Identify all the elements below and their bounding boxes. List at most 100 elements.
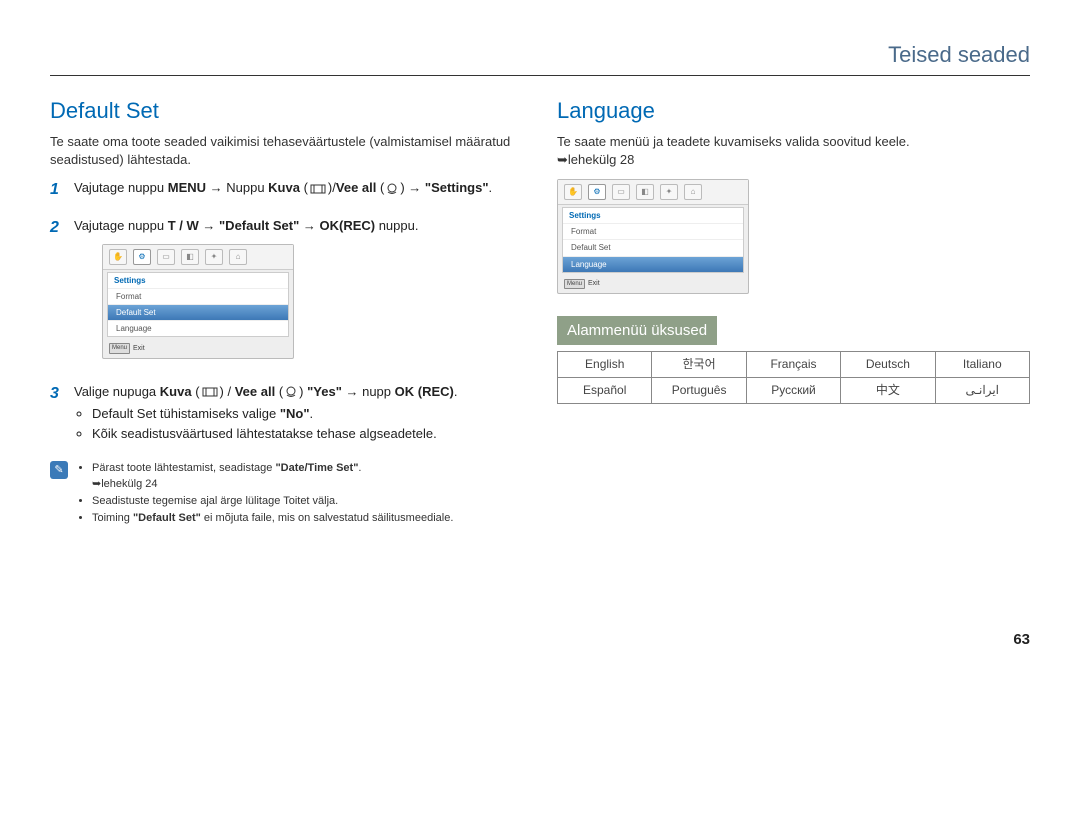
- text: .: [310, 406, 314, 421]
- underwater-icon: [384, 183, 400, 195]
- info-item: Toiming "Default Set" ei mõjuta faile, m…: [92, 511, 453, 526]
- table-row: Español Português Русский 中文 ﺍﻳﺮﺍﻧـﯽ: [558, 377, 1030, 403]
- scr-exit: Menu Exit: [558, 275, 748, 293]
- scr-title: Settings: [108, 273, 288, 288]
- tab-icon: ✋: [564, 184, 582, 200]
- lang-cell: ﺍﻳﺮﺍﻧـﯽ: [935, 377, 1029, 403]
- scr-row: Language: [108, 320, 288, 336]
- info-list: Pärast toote lähtestamist, seadistage "D…: [78, 461, 453, 529]
- step-number: 1: [50, 179, 64, 201]
- text: Te saate menüü ja teadete kuvamiseks val…: [557, 134, 910, 149]
- text: .: [454, 384, 458, 399]
- tab-icon: ✋: [109, 249, 127, 265]
- page-ref: ➥lehekülg 28: [557, 152, 634, 167]
- ui-screenshot-language: ✋ ⚙ ▭ ◧ ✦ ⌂ Settings Format Default Set …: [557, 179, 749, 294]
- tab-icon: ◧: [181, 249, 199, 265]
- veeall-label: Vee all: [235, 384, 275, 399]
- scr-row: Format: [108, 288, 288, 304]
- veeall-label: Vee all: [336, 180, 376, 195]
- text: Vajutage nuppu: [74, 218, 168, 233]
- text: Toiming: [92, 512, 133, 524]
- default-set-heading: Default Set: [50, 96, 523, 127]
- exit-label: Exit: [588, 279, 600, 289]
- bullet: Kõik seadistusväärtused lähtestatakse te…: [92, 425, 523, 443]
- scr-row-selected: Language: [563, 256, 743, 272]
- menu-button-icon: Menu: [109, 343, 130, 353]
- datetime-label: "Date/Time Set": [275, 462, 358, 474]
- scr-exit: Menu Exit: [103, 339, 293, 357]
- scr-title: Settings: [563, 208, 743, 223]
- tab-settings-icon: ⚙: [133, 249, 151, 265]
- no-label: "No": [280, 406, 310, 421]
- menu-button-icon: Menu: [564, 279, 585, 289]
- right-column: Language Te saate menüü ja teadete kuvam…: [557, 96, 1030, 529]
- step-body: Valige nupuga Kuva () / Vee all () "Yes"…: [74, 383, 523, 446]
- tab-icon: ▭: [157, 249, 175, 265]
- okrec-label: OK(REC): [319, 218, 375, 233]
- menu-label: MENU: [168, 180, 206, 195]
- text: nuppu.: [375, 218, 418, 233]
- step3-bullets: Default Set tühistamiseks valige "No". K…: [74, 405, 523, 443]
- scr-body: Settings Format Default Set Language: [562, 207, 744, 273]
- section-header: Teised seaded: [50, 40, 1030, 75]
- submenu-banner: Alammenüü üksused: [557, 316, 717, 345]
- step-number: 3: [50, 383, 64, 446]
- step-1: 1 Vajutage nuppu MENU → Nuppu Kuva ()/Ve…: [50, 179, 523, 201]
- steps-list: 1 Vajutage nuppu MENU → Nuppu Kuva ()/Ve…: [50, 179, 523, 445]
- lang-cell: English: [558, 352, 652, 378]
- scr-row: Default Set: [563, 239, 743, 255]
- okrec-label: OK (REC): [395, 384, 454, 399]
- lang-cell: Русский: [746, 377, 840, 403]
- tab-icon: ⌂: [229, 249, 247, 265]
- text: → nupp: [342, 384, 395, 399]
- step-body: Vajutage nuppu MENU → Nuppu Kuva ()/Vee …: [74, 179, 523, 201]
- defaultset-label: "Default Set": [133, 512, 201, 524]
- text: Vajutage nuppu: [74, 180, 168, 195]
- text: Pärast toote lähtestamist, seadistage: [92, 462, 275, 474]
- ui-screenshot-defaultset: ✋ ⚙ ▭ ◧ ✦ ⌂ Settings Format Default Set …: [102, 244, 294, 359]
- lang-cell: 中文: [841, 377, 935, 403]
- text: →: [405, 180, 425, 195]
- language-heading: Language: [557, 96, 1030, 127]
- lang-cell: Español: [558, 377, 652, 403]
- text: .: [358, 462, 361, 474]
- lang-cell: Português: [652, 377, 746, 403]
- page-number: 63: [50, 629, 1030, 650]
- lang-cell: 한국어: [652, 352, 746, 378]
- kuva-label: Kuva: [160, 384, 192, 399]
- tab-icon: ▭: [612, 184, 630, 200]
- text: → Nuppu: [206, 180, 268, 195]
- display-icon: [200, 387, 220, 397]
- text: Default Set tühistamiseks valige: [92, 406, 280, 421]
- info-icon: ✎: [50, 461, 68, 479]
- step-2: 2 Vajutage nuppu T / W → "Default Set" →…: [50, 217, 523, 366]
- header-rule: [50, 75, 1030, 76]
- settings-label: "Settings": [425, 180, 489, 195]
- table-row: English 한국어 Français Deutsch Italiano: [558, 352, 1030, 378]
- scr-row-selected: Default Set: [108, 304, 288, 320]
- display-icon: [308, 184, 328, 194]
- text: →: [299, 218, 319, 233]
- kuva-label: Kuva: [268, 180, 300, 195]
- tw-label: T / W: [168, 218, 199, 233]
- tab-icon: ✦: [660, 184, 678, 200]
- info-item: Pärast toote lähtestamist, seadistage "D…: [92, 461, 453, 492]
- tab-icon: ✦: [205, 249, 223, 265]
- page-ref: ➥lehekülg 24: [92, 478, 157, 490]
- info-box: ✎ Pärast toote lähtestamist, seadistage …: [50, 461, 523, 529]
- text: ei mõjuta faile, mis on salvestatud säil…: [201, 512, 454, 524]
- default-set-intro: Te saate oma toote seaded vaikimisi teha…: [50, 133, 523, 169]
- step-body: Vajutage nuppu T / W → "Default Set" → O…: [74, 217, 523, 366]
- scr-body: Settings Format Default Set Language: [107, 272, 289, 338]
- lang-cell: Italiano: [935, 352, 1029, 378]
- language-intro: Te saate menüü ja teadete kuvamiseks val…: [557, 133, 1030, 169]
- content-columns: Default Set Te saate oma toote seaded va…: [50, 96, 1030, 529]
- left-column: Default Set Te saate oma toote seaded va…: [50, 96, 523, 529]
- bullet: Default Set tühistamiseks valige "No".: [92, 405, 523, 423]
- lang-cell: Français: [746, 352, 840, 378]
- step-number: 2: [50, 217, 64, 366]
- info-item: Seadistuste tegemise ajal ärge lülitage …: [92, 494, 453, 509]
- text: Valige nupuga: [74, 384, 160, 399]
- tab-icon: ◧: [636, 184, 654, 200]
- tab-icon: ⌂: [684, 184, 702, 200]
